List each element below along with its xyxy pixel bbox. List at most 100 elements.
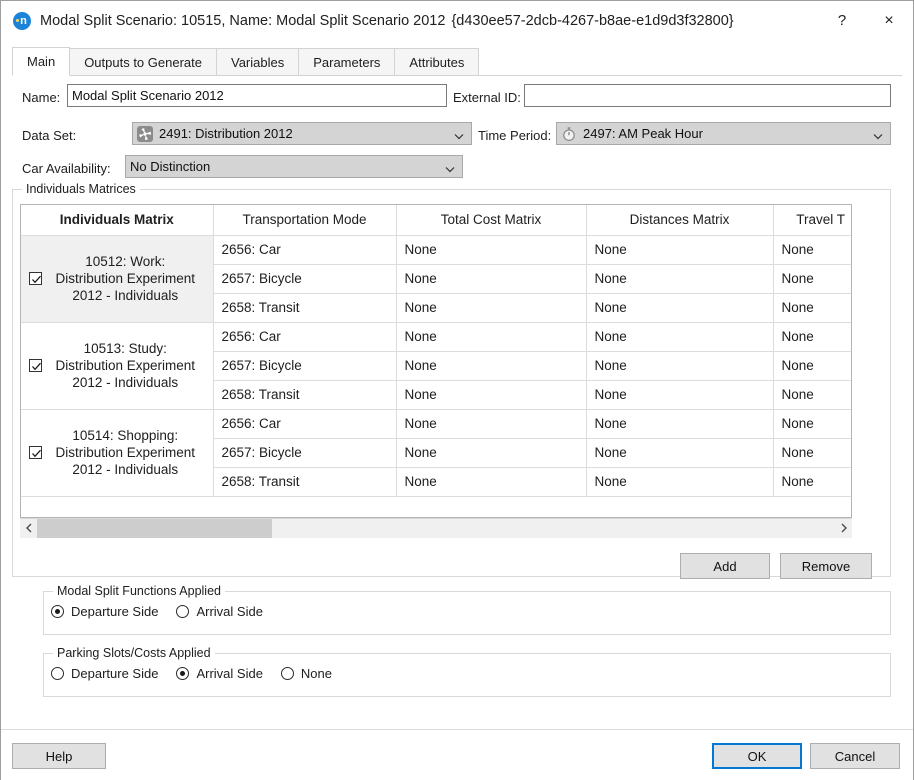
cell-travel[interactable]: None	[773, 467, 851, 496]
cell-travel[interactable]: None	[773, 264, 851, 293]
cell-travel[interactable]: None	[773, 438, 851, 467]
matrix-checkbox-0[interactable]	[29, 272, 42, 285]
tab-variables[interactable]: Variables	[216, 48, 299, 76]
time-period-combobox[interactable]: 2497: AM Peak Hour	[556, 122, 891, 145]
car-availability-combobox[interactable]: No Distinction	[125, 155, 463, 178]
table-row[interactable]: 10512: Work: Distribution Experiment 201…	[21, 235, 851, 264]
msf-radio-departure-side[interactable]: Departure Side	[51, 604, 158, 619]
cell-travel[interactable]: None	[773, 235, 851, 264]
modal-split-functions-group: Modal Split Functions Applied Departure …	[43, 591, 891, 635]
individuals-matrices-table: Individuals Matrix Transportation Mode T…	[20, 204, 852, 518]
modal-split-functions-title: Modal Split Functions Applied	[53, 584, 225, 598]
col-travel-time-matrix[interactable]: Travel T	[773, 205, 851, 235]
chevron-down-icon	[873, 129, 882, 138]
cell-total-cost[interactable]: None	[396, 264, 586, 293]
individuals-matrices-title: Individuals Matrices	[22, 182, 140, 196]
cell-total-cost[interactable]: None	[396, 322, 586, 351]
msf-radio-arrival-side[interactable]: Arrival Side	[176, 604, 262, 619]
time-period-label: Time Period:	[478, 128, 551, 143]
matrix-name-cell-1[interactable]: 10513: Study: Distribution Experiment 20…	[21, 322, 213, 409]
name-label: Name:	[22, 90, 60, 105]
cell-mode[interactable]: 2656: Car	[213, 409, 396, 438]
tab-strip: Main Outputs to Generate Variables Param…	[12, 47, 902, 76]
cell-distances[interactable]: None	[586, 438, 773, 467]
cell-travel[interactable]: None	[773, 293, 851, 322]
cell-travel[interactable]: None	[773, 322, 851, 351]
cell-total-cost[interactable]: None	[396, 438, 586, 467]
chevron-down-icon	[445, 162, 454, 171]
col-individuals-matrix[interactable]: Individuals Matrix	[21, 205, 213, 235]
tab-attributes[interactable]: Attributes	[394, 48, 479, 76]
close-icon[interactable]: ×	[865, 1, 913, 40]
help-button[interactable]: Help	[12, 743, 106, 769]
add-button[interactable]: Add	[680, 553, 770, 579]
stopwatch-icon	[561, 126, 577, 142]
external-id-input[interactable]	[524, 84, 891, 107]
chevron-left-icon[interactable]	[20, 519, 37, 538]
data-set-label: Data Set:	[22, 128, 76, 143]
name-input[interactable]: Modal Split Scenario 2012	[67, 84, 447, 107]
matrix-checkbox-1[interactable]	[29, 359, 42, 372]
parking-radio-none[interactable]: None	[281, 666, 332, 681]
chevron-right-icon[interactable]	[835, 519, 852, 538]
cell-total-cost[interactable]: None	[396, 351, 586, 380]
window-title: Modal Split Scenario: 10515, Name: Modal…	[40, 13, 445, 29]
cell-total-cost[interactable]: None	[396, 467, 586, 496]
col-transportation-mode[interactable]: Transportation Mode	[213, 205, 396, 235]
cell-distances[interactable]: None	[586, 322, 773, 351]
cell-distances[interactable]: None	[586, 467, 773, 496]
parking-radio-arrival-side[interactable]: Arrival Side	[176, 666, 262, 681]
cell-mode[interactable]: 2657: Bicycle	[213, 438, 396, 467]
ok-button[interactable]: OK	[712, 743, 802, 769]
cell-mode[interactable]: 2656: Car	[213, 322, 396, 351]
matrix-name-text-2: 10514: Shopping: Distribution Experiment…	[46, 427, 205, 478]
remove-button[interactable]: Remove	[780, 553, 872, 579]
cell-distances[interactable]: None	[586, 293, 773, 322]
cell-travel[interactable]: None	[773, 380, 851, 409]
visum-n-icon: n	[13, 12, 31, 30]
cancel-button[interactable]: Cancel	[810, 743, 900, 769]
cell-mode[interactable]: 2657: Bicycle	[213, 264, 396, 293]
parking-slots-title: Parking Slots/Costs Applied	[53, 646, 215, 660]
help-icon[interactable]: ?	[819, 1, 865, 40]
tab-main[interactable]: Main	[12, 47, 70, 76]
time-period-value: 2497: AM Peak Hour	[583, 126, 703, 141]
tab-outputs-to-generate[interactable]: Outputs to Generate	[69, 48, 217, 76]
cell-distances[interactable]: None	[586, 351, 773, 380]
modal-split-scenario-dialog: n Modal Split Scenario: 10515, Name: Mod…	[0, 0, 914, 780]
data-set-value: 2491: Distribution 2012	[159, 126, 293, 141]
col-total-cost-matrix[interactable]: Total Cost Matrix	[396, 205, 586, 235]
cell-total-cost[interactable]: None	[396, 409, 586, 438]
data-set-combobox[interactable]: 2491: Distribution 2012	[132, 122, 472, 145]
matrix-checkbox-2[interactable]	[29, 446, 42, 459]
parking-radio-departure-side[interactable]: Departure Side	[51, 666, 158, 681]
table-row[interactable]: 10513: Study: Distribution Experiment 20…	[21, 322, 851, 351]
cell-distances[interactable]: None	[586, 264, 773, 293]
cell-total-cost[interactable]: None	[396, 293, 586, 322]
table-header-row: Individuals Matrix Transportation Mode T…	[21, 205, 851, 235]
cell-mode[interactable]: 2658: Transit	[213, 467, 396, 496]
cell-travel[interactable]: None	[773, 351, 851, 380]
scrollbar-track[interactable]	[37, 519, 835, 538]
cell-travel[interactable]: None	[773, 409, 851, 438]
cell-distances[interactable]: None	[586, 409, 773, 438]
car-availability-value: No Distinction	[130, 159, 210, 174]
cell-mode[interactable]: 2658: Transit	[213, 293, 396, 322]
table-row[interactable]: 10514: Shopping: Distribution Experiment…	[21, 409, 851, 438]
radio-indicator	[281, 667, 294, 680]
radio-indicator	[176, 605, 189, 618]
cell-mode[interactable]: 2657: Bicycle	[213, 351, 396, 380]
cell-total-cost[interactable]: None	[396, 380, 586, 409]
table-horizontal-scrollbar[interactable]	[20, 518, 852, 537]
cell-distances[interactable]: None	[586, 380, 773, 409]
col-distances-matrix[interactable]: Distances Matrix	[586, 205, 773, 235]
cell-distances[interactable]: None	[586, 235, 773, 264]
car-availability-label: Car Availability:	[22, 161, 111, 176]
matrix-name-cell-0[interactable]: 10512: Work: Distribution Experiment 201…	[21, 235, 213, 322]
cell-mode[interactable]: 2658: Transit	[213, 380, 396, 409]
scrollbar-thumb[interactable]	[37, 519, 272, 538]
matrix-name-cell-2[interactable]: 10514: Shopping: Distribution Experiment…	[21, 409, 213, 496]
tab-parameters[interactable]: Parameters	[298, 48, 395, 76]
cell-total-cost[interactable]: None	[396, 235, 586, 264]
cell-mode[interactable]: 2656: Car	[213, 235, 396, 264]
